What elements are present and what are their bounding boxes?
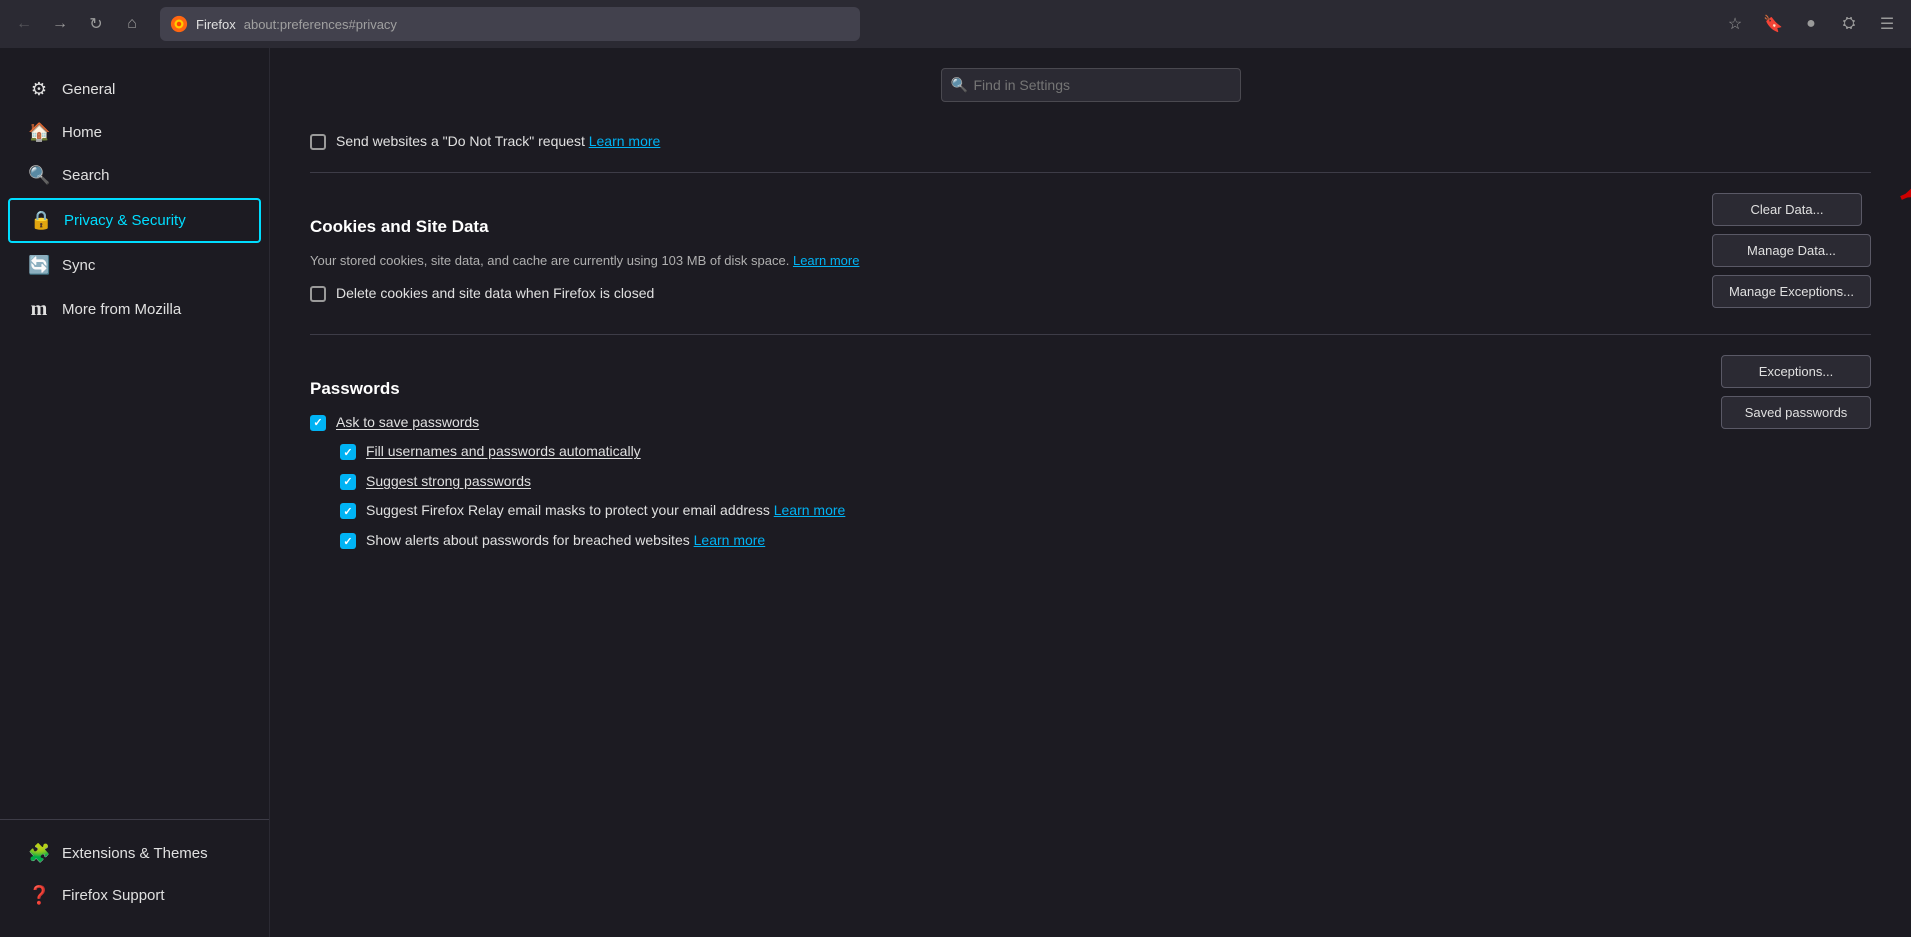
- clear-data-wrap: Clear Data...: [1712, 193, 1871, 226]
- cookies-left: Cookies and Site Data Your stored cookie…: [310, 193, 1692, 314]
- sidebar-label-mozilla: More from Mozilla: [62, 301, 181, 318]
- sidebar-item-search[interactable]: 🔍 Search: [8, 155, 261, 196]
- suggest-relay-learn-more[interactable]: Learn more: [774, 502, 846, 518]
- delete-cookies-row: Delete cookies and site data when Firefo…: [310, 284, 1692, 304]
- ask-save-checkbox[interactable]: [310, 415, 326, 431]
- sidebar-label-home: Home: [62, 124, 102, 141]
- sidebar-label-extensions: Extensions & Themes: [62, 845, 208, 862]
- dnt-checkbox[interactable]: [310, 134, 326, 150]
- suggest-strong-row: Suggest strong passwords: [310, 472, 1701, 492]
- sidebar-label-search: Search: [62, 167, 110, 184]
- menu-button[interactable]: ☰: [1871, 8, 1903, 40]
- fill-auto-row: Fill usernames and passwords automatical…: [310, 442, 1701, 462]
- show-alerts-checkbox[interactable]: [340, 533, 356, 549]
- find-settings-inner: 🔍: [941, 68, 1241, 102]
- passwords-title: Passwords: [310, 379, 1701, 399]
- cookies-right: Clear Data... Manage Data... Manage Exce…: [1712, 193, 1871, 308]
- fill-auto-label: Fill usernames and passwords automatical…: [366, 442, 641, 462]
- saved-passwords-button[interactable]: Saved passwords: [1721, 396, 1871, 429]
- red-arrow: [1871, 123, 1911, 213]
- address-bar[interactable]: Firefox about:preferences#privacy: [160, 7, 860, 41]
- mozilla-icon: m: [28, 298, 50, 321]
- suggest-strong-checkbox[interactable]: [340, 474, 356, 490]
- sidebar-label-sync: Sync: [62, 257, 95, 274]
- forward-button[interactable]: →: [44, 8, 76, 40]
- suggest-relay-row: Suggest Firefox Relay email masks to pro…: [310, 501, 1701, 521]
- find-icon: 🔍: [951, 77, 968, 94]
- sidebar-item-extensions[interactable]: 🧩 Extensions & Themes: [8, 833, 261, 874]
- suggest-relay-checkbox[interactable]: [340, 503, 356, 519]
- fill-auto-checkbox[interactable]: [340, 444, 356, 460]
- bookmark-button[interactable]: ☆: [1719, 8, 1751, 40]
- sidebar-item-general[interactable]: ⚙ General: [8, 69, 261, 110]
- show-alerts-label: Show alerts about passwords for breached…: [366, 531, 765, 551]
- passwords-right: Exceptions... Saved passwords: [1721, 355, 1871, 429]
- content-area: 🔍 Send websites a "Do Not Track" request…: [270, 48, 1911, 937]
- titlebar: ← → ↻ ⌂ Firefox about:preferences#privac…: [0, 0, 1911, 48]
- back-button[interactable]: ←: [8, 8, 40, 40]
- search-icon: 🔍: [28, 165, 50, 186]
- ask-save-label: Ask to save passwords: [336, 413, 479, 433]
- home-icon: 🏠: [28, 122, 50, 143]
- reload-button[interactable]: ↻: [80, 8, 112, 40]
- firefox-icon: [170, 15, 188, 33]
- clear-data-button[interactable]: Clear Data...: [1712, 193, 1862, 226]
- sidebar-label-general: General: [62, 81, 115, 98]
- pocket-button[interactable]: 🔖: [1757, 8, 1789, 40]
- sidebar-label-support: Firefox Support: [62, 887, 165, 904]
- home-button[interactable]: ⌂: [116, 8, 148, 40]
- sidebar-item-support[interactable]: ❓ Firefox Support: [8, 875, 261, 916]
- lock-icon: 🔒: [30, 210, 52, 231]
- delete-cookies-label: Delete cookies and site data when Firefo…: [336, 284, 654, 304]
- dnt-learn-more-link[interactable]: Learn more: [589, 133, 661, 149]
- divider-1: [310, 172, 1871, 173]
- cookies-learn-more-link[interactable]: Learn more: [793, 253, 859, 268]
- sidebar-item-sync[interactable]: 🔄 Sync: [8, 245, 261, 286]
- suggest-strong-label: Suggest strong passwords: [366, 472, 531, 492]
- ask-save-row: Ask to save passwords: [310, 413, 1701, 433]
- dnt-label: Send websites a "Do Not Track" request L…: [336, 132, 660, 152]
- sync-icon: 🔄: [28, 255, 50, 276]
- cookies-title: Cookies and Site Data: [310, 217, 1692, 237]
- help-icon: ❓: [28, 885, 50, 906]
- find-settings-input[interactable]: [941, 68, 1241, 102]
- delete-cookies-checkbox[interactable]: [310, 286, 326, 302]
- tab-label: Firefox: [196, 17, 236, 32]
- extensions-button[interactable]: ⛭: [1833, 8, 1865, 40]
- main-layout: ⚙ General 🏠 Home 🔍 Search 🔒 Privacy & Se…: [0, 48, 1911, 937]
- suggest-relay-label: Suggest Firefox Relay email masks to pro…: [366, 501, 845, 521]
- exceptions-button[interactable]: Exceptions...: [1721, 355, 1871, 388]
- passwords-left: Passwords Ask to save passwords Fill use…: [310, 355, 1701, 561]
- sidebar-item-privacy[interactable]: 🔒 Privacy & Security: [8, 198, 261, 243]
- toolbar-right: ☆ 🔖 ● ⛭ ☰: [1719, 8, 1903, 40]
- passwords-section: Passwords Ask to save passwords Fill use…: [310, 355, 1871, 561]
- cookies-description: Your stored cookies, site data, and cach…: [310, 251, 1692, 271]
- sidebar-label-privacy: Privacy & Security: [64, 212, 186, 229]
- gear-icon: ⚙: [28, 79, 50, 100]
- extensions-icon: 🧩: [28, 843, 50, 864]
- sidebar-item-home[interactable]: 🏠 Home: [8, 112, 261, 153]
- find-settings-wrap: 🔍: [310, 68, 1871, 102]
- address-text: about:preferences#privacy: [244, 17, 397, 32]
- show-alerts-row: Show alerts about passwords for breached…: [310, 531, 1701, 551]
- divider-2: [310, 334, 1871, 335]
- profile-button[interactable]: ●: [1795, 8, 1827, 40]
- cookies-section: Cookies and Site Data Your stored cookie…: [310, 193, 1871, 314]
- dnt-row: Send websites a "Do Not Track" request L…: [310, 132, 1871, 152]
- manage-data-button[interactable]: Manage Data...: [1712, 234, 1871, 267]
- show-alerts-learn-more[interactable]: Learn more: [694, 532, 766, 548]
- manage-exceptions-button[interactable]: Manage Exceptions...: [1712, 275, 1871, 308]
- sidebar-item-mozilla[interactable]: m More from Mozilla: [8, 288, 261, 331]
- sidebar-bottom: 🧩 Extensions & Themes ❓ Firefox Support: [0, 819, 269, 917]
- sidebar: ⚙ General 🏠 Home 🔍 Search 🔒 Privacy & Se…: [0, 48, 270, 937]
